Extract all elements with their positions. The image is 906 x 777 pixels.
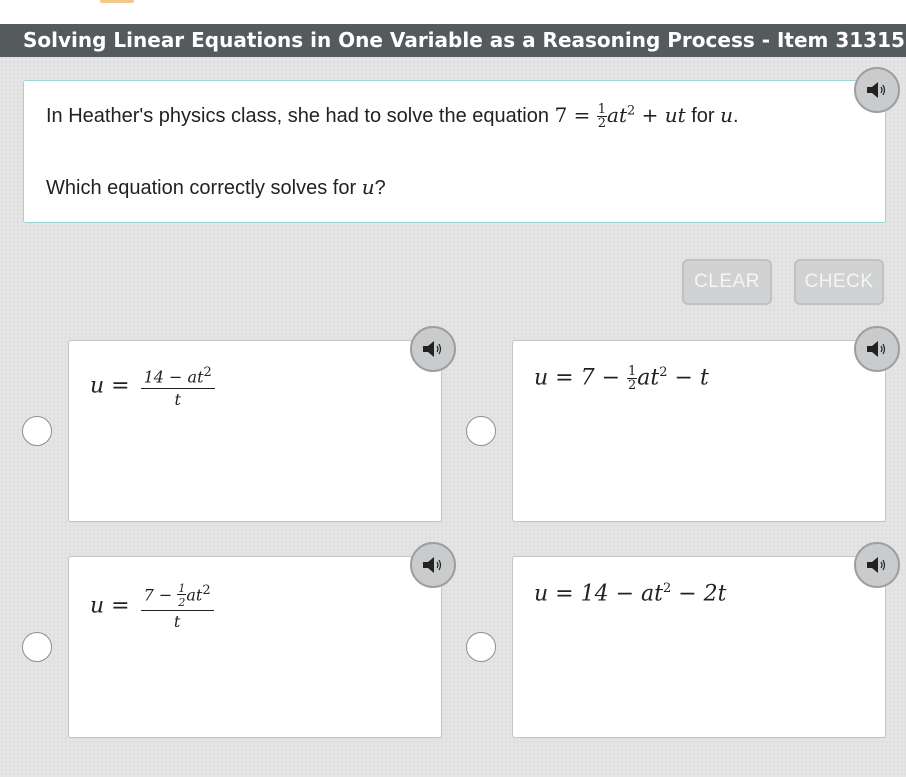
choice-c-half-fraction: 12 [177, 582, 187, 610]
choice-c-speaker-icon[interactable] [410, 542, 456, 588]
choice-b-card[interactable]: u = 7 − 1 2 at2 − t [512, 340, 886, 522]
page: Solving Linear Equations in One Variable… [0, 0, 906, 777]
choice-b-radio[interactable] [466, 416, 496, 446]
variable-u: u [720, 103, 734, 127]
check-button[interactable]: CHECK [794, 259, 884, 305]
choice-c-fraction: 7 − 1 2 at2 t [140, 582, 214, 631]
half-fraction: 12 [596, 102, 608, 131]
choice-d-radio[interactable] [466, 632, 496, 662]
cropped-logo-fragment [100, 0, 134, 3]
question-text-prefix: In Heather's physics class, she had to s… [46, 105, 555, 127]
speaker-svg-icon [867, 341, 886, 357]
choice-a-fraction: 14 − at2 t [140, 364, 215, 409]
choice-b-speaker-icon[interactable] [854, 326, 900, 372]
speaker-svg-icon [423, 341, 442, 357]
choice-a-speaker-icon[interactable] [410, 326, 456, 372]
page-title: Solving Linear Equations in One Variable… [0, 24, 906, 57]
choice-c-radio[interactable] [22, 632, 52, 662]
clear-button[interactable]: CLEAR [682, 259, 772, 305]
speaker-svg-icon [423, 557, 442, 573]
choice-a-equation: u = 14 − at2 t [90, 364, 215, 409]
choice-d-card[interactable]: u = 14 − at2 − 2t [512, 556, 886, 738]
question-line-2: Which equation correctly solves for u? [46, 175, 386, 199]
question-speaker-icon[interactable] [854, 67, 900, 113]
question-panel: In Heather's physics class, she had to s… [23, 80, 886, 223]
speaker-svg-icon [867, 557, 886, 573]
question-equation: 7 = 1 2 at2 + ut [554, 102, 686, 131]
choice-d-equation: u = 14 − at2 − 2t [534, 581, 727, 607]
choice-b-half-fraction: 12 [627, 364, 638, 393]
choice-d-speaker-icon[interactable] [854, 542, 900, 588]
speaker-svg-icon [867, 82, 886, 98]
choice-b-equation: u = 7 − 1 2 at2 − t [534, 364, 709, 393]
question-line-1: In Heather's physics class, she had to s… [46, 102, 739, 131]
choice-a-card[interactable]: u = 14 − at2 t [68, 340, 442, 522]
top-strip [0, 0, 906, 24]
choice-c-equation: u = 7 − 1 2 at2 t [90, 582, 214, 631]
choice-a-radio[interactable] [22, 416, 52, 446]
choice-c-card[interactable]: u = 7 − 1 2 at2 t [68, 556, 442, 738]
